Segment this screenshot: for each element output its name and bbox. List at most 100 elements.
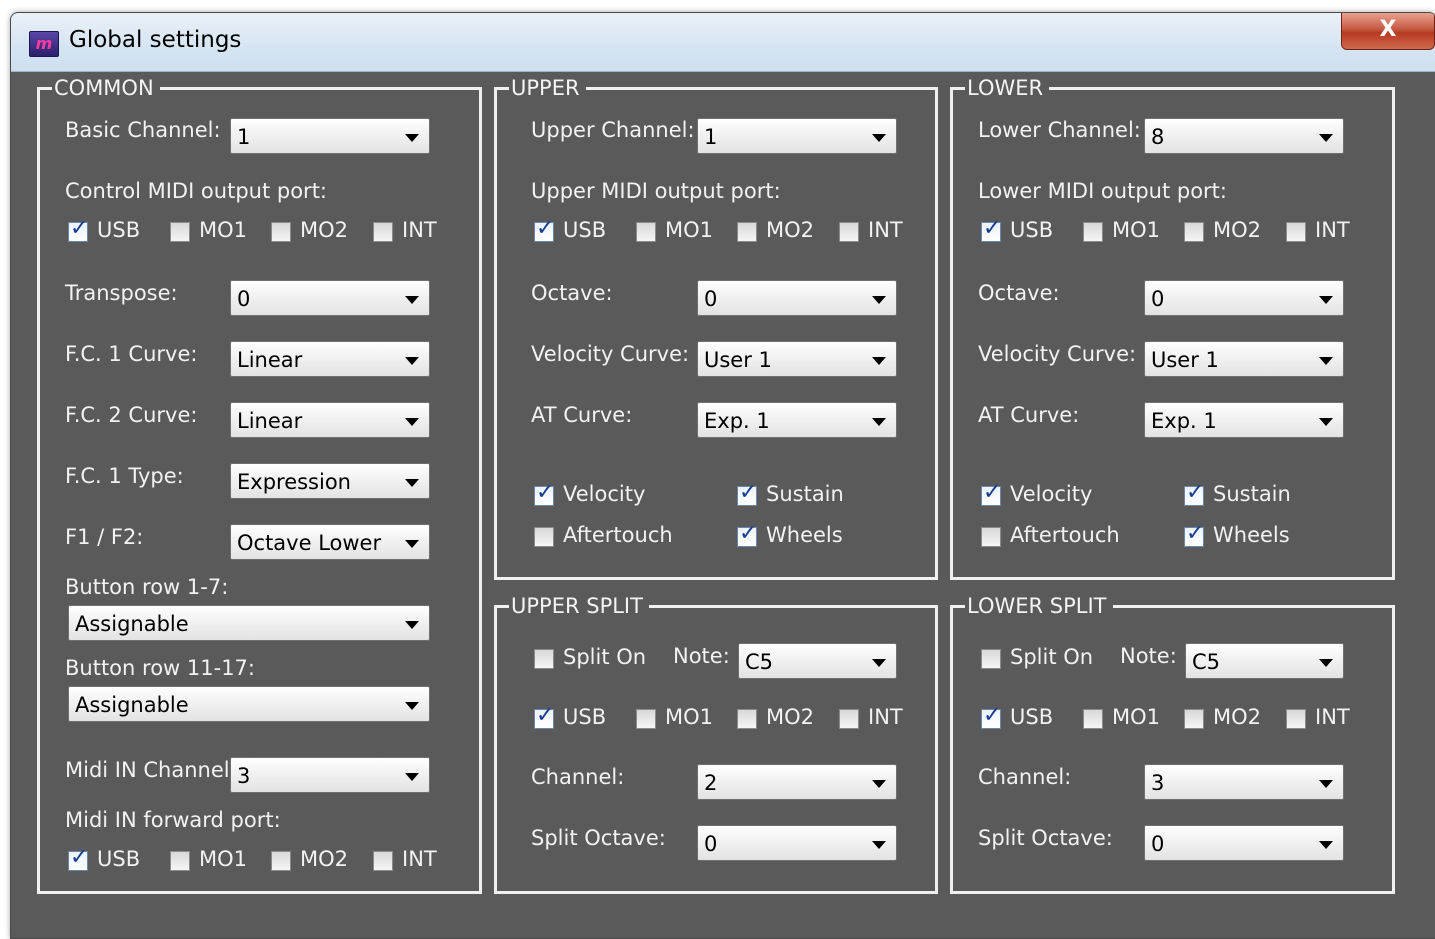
chevron-down-icon [872,418,886,426]
chevron-down-icon [872,357,886,365]
chevron-down-icon [405,540,419,548]
fc1-type-label: F.C. 1 Type: [65,464,184,488]
transpose-label: Transpose: [65,281,178,305]
chevron-down-icon [405,702,419,710]
lower-at-curve-label: AT Curve: [978,403,1080,427]
checkmark-icon: ✓ [739,480,758,505]
common-group: COMMON Basic Channel: 1 Control MIDI out… [37,74,482,894]
lower-split-group: LOWER SPLIT Split On Note: C5 ✓ USB MO1 … [950,592,1395,894]
upper-channel-label: Upper Channel: [531,118,695,142]
basic-channel-value: 1 [237,125,251,149]
upper-split-channel-select[interactable]: 2 [697,764,897,800]
control-port-label: Control MIDI output port: [65,179,327,203]
checkmark-icon: ✓ [739,521,758,546]
checkmark-icon: ✓ [983,480,1002,505]
checkmark-icon: ✓ [1186,521,1205,546]
checkmark-icon: ✓ [983,216,1002,241]
f1f2-select[interactable]: Octave Lower [230,524,430,560]
fc2-curve-label: F.C. 2 Curve: [65,403,198,427]
lower-legend: LOWER [965,74,1050,102]
midi-in-forward-label: Midi IN forward port: [65,808,281,832]
fc1-curve-label: F.C. 1 Curve: [65,342,198,366]
chevron-down-icon [1319,841,1333,849]
chevron-down-icon [1319,296,1333,304]
chevron-down-icon [872,780,886,788]
lower-port-label: Lower MIDI output port: [978,179,1227,203]
chevron-down-icon [1319,780,1333,788]
button-row-1-7-label: Button row 1-7: [65,575,229,599]
lower-split-channel-label: Channel: [978,765,1072,789]
title-bar[interactable]: m Global settings X [11,13,1435,72]
checkmark-icon: ✓ [536,480,555,505]
chevron-down-icon [872,659,886,667]
lower-split-note-select[interactable]: C5 [1185,643,1344,679]
window-title: Global settings [69,27,242,53]
chevron-down-icon [405,357,419,365]
upper-at-curve-select[interactable]: Exp. 1 [697,402,897,438]
checkmark-icon: ✓ [70,216,89,241]
button-row-11-17-select[interactable]: Assignable [68,686,430,722]
upper-octave-label: Octave: [531,281,613,305]
common-legend: COMMON [52,74,160,102]
upper-split-octave-label: Split Octave: [531,826,666,850]
chevron-down-icon [1319,659,1333,667]
upper-split-octave-select[interactable]: 0 [697,825,897,861]
upper-octave-select[interactable]: 0 [697,280,897,316]
upper-split-note-label: Note: [673,644,730,668]
checkmark-icon: ✓ [536,703,555,728]
lower-channel-label: Lower Channel: [978,118,1141,142]
chevron-down-icon [1319,357,1333,365]
button-row-11-17-label: Button row 11-17: [65,656,255,680]
lower-split-channel-select[interactable]: 3 [1144,764,1344,800]
lower-group: LOWER Lower Channel: 8 Lower MIDI output… [950,74,1395,580]
f1f2-label: F1 / F2: [65,525,144,549]
lower-velocity-curve-select[interactable]: User 1 [1144,341,1344,377]
checkmark-icon: ✓ [983,703,1002,728]
upper-split-legend: UPPER SPLIT [509,592,649,620]
upper-velocity-curve-label: Velocity Curve: [531,342,690,366]
lower-octave-select[interactable]: 0 [1144,280,1344,316]
chevron-down-icon [405,773,419,781]
lower-channel-select[interactable]: 8 [1144,118,1344,154]
button-row-1-7-select[interactable]: Assignable [68,605,430,641]
upper-port-label: Upper MIDI output port: [531,179,781,203]
checkmark-icon: ✓ [1186,480,1205,505]
basic-channel-select[interactable]: 1 [230,118,430,154]
chevron-down-icon [405,621,419,629]
chevron-down-icon [405,418,419,426]
upper-split-channel-label: Channel: [531,765,625,789]
fc1-type-select[interactable]: Expression [230,463,430,499]
lower-velocity-curve-label: Velocity Curve: [978,342,1137,366]
close-button[interactable]: X [1341,13,1435,50]
checkmark-icon: ✓ [536,216,555,241]
chevron-down-icon [872,841,886,849]
checkmark-icon: ✓ [70,845,89,870]
transpose-select[interactable]: 0 [230,280,430,316]
dialog-body: COMMON Basic Channel: 1 Control MIDI out… [11,72,1435,938]
lower-split-legend: LOWER SPLIT [965,592,1113,620]
fc1-curve-select[interactable]: Linear [230,341,430,377]
lower-split-note-label: Note: [1120,644,1177,668]
lower-octave-label: Octave: [978,281,1060,305]
upper-channel-select[interactable]: 1 [697,118,897,154]
midi-in-channel-label: Midi IN Channel: [65,758,237,782]
upper-split-group: UPPER SPLIT Split On Note: C5 ✓ USB MO1 … [494,592,938,894]
basic-channel-label: Basic Channel: [65,118,221,142]
upper-legend: UPPER [509,74,586,102]
fc2-curve-select[interactable]: Linear [230,402,430,438]
chevron-down-icon [1319,418,1333,426]
chevron-down-icon [405,134,419,142]
upper-at-curve-label: AT Curve: [531,403,633,427]
upper-group: UPPER Upper Channel: 1 Upper MIDI output… [494,74,938,580]
chevron-down-icon [872,134,886,142]
midi-in-channel-select[interactable]: 3 [230,757,430,793]
lower-at-curve-select[interactable]: Exp. 1 [1144,402,1344,438]
app-logo-icon: m [29,31,59,57]
lower-split-octave-select[interactable]: 0 [1144,825,1344,861]
upper-velocity-curve-select[interactable]: User 1 [697,341,897,377]
chevron-down-icon [1319,134,1333,142]
upper-split-note-select[interactable]: C5 [738,643,897,679]
lower-split-octave-label: Split Octave: [978,826,1113,850]
chevron-down-icon [872,296,886,304]
chevron-down-icon [405,296,419,304]
